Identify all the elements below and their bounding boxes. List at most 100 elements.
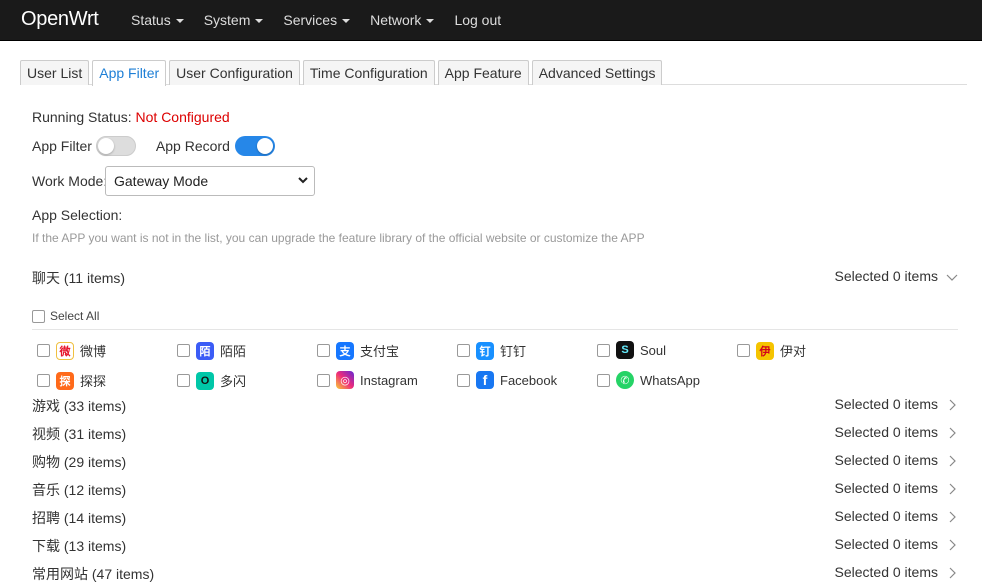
app-name: WhatsApp: [640, 372, 700, 388]
app-item-yidui[interactable]: 伊 伊对: [737, 341, 806, 360]
menu-network[interactable]: Network: [370, 12, 435, 28]
app-checkbox[interactable]: [317, 344, 330, 357]
app-name: 多闪: [220, 374, 247, 389]
category-header[interactable]: 视频 (31 items) Selected 0 items: [32, 424, 958, 444]
work-mode-value: Gateway Mode: [114, 173, 209, 189]
category-title: 聊天 (11 items): [32, 270, 126, 286]
app-name: 支付宝: [360, 344, 400, 359]
app-checkbox[interactable]: [457, 344, 470, 357]
tab-user-list[interactable]: User List: [20, 60, 90, 85]
chevron-down-icon: [298, 177, 308, 184]
menu-system[interactable]: System: [204, 12, 264, 28]
app-item-dingtalk[interactable]: 钉 钉钉: [457, 341, 526, 360]
category-chat-header[interactable]: 聊天 (11 items) Selected 0 items: [32, 268, 958, 288]
category-title: 常用网站 (47 items): [32, 566, 155, 582]
duoshan-icon: O: [196, 371, 214, 390]
alipay-icon: 支: [336, 341, 354, 360]
tab-app-feature[interactable]: App Feature: [437, 60, 529, 85]
app-record-toggle[interactable]: [234, 136, 275, 156]
caret-down-icon: [255, 18, 264, 23]
app-filter-label: App Filter: [32, 138, 92, 154]
select-all-checkbox[interactable]: [32, 309, 45, 323]
running-status: Running Status: Not Configured: [32, 109, 230, 125]
menu-services[interactable]: Services: [283, 12, 351, 28]
soul-icon: S: [616, 341, 634, 359]
select-all-label: Select All: [50, 309, 100, 323]
dingtalk-icon: 钉: [476, 341, 494, 360]
category-header[interactable]: 游戏 (33 items) Selected 0 items: [32, 396, 958, 416]
category-selected-count: Selected 0 items: [834, 424, 939, 440]
menu-logout[interactable]: Log out: [454, 12, 501, 28]
chevron-right-icon: [949, 483, 956, 495]
divider: [32, 329, 958, 330]
tab-bar: User List App Filter User Configuration …: [20, 60, 967, 86]
menu-label: System: [203, 12, 251, 28]
menu-label: Log out: [454, 12, 502, 28]
app-item-alipay[interactable]: 支 支付宝: [317, 341, 399, 360]
whatsapp-icon: ✆: [616, 371, 634, 389]
app-checkbox[interactable]: [177, 374, 190, 387]
toggle-knob: [256, 138, 273, 154]
tab-time-configuration[interactable]: Time Configuration: [302, 60, 435, 85]
caret-down-icon: [426, 18, 435, 23]
switch-row: App Filter App Record: [32, 136, 275, 156]
category-header[interactable]: 下载 (13 items) Selected 0 items: [32, 536, 958, 556]
running-status-value: Not Configured: [135, 109, 230, 125]
chevron-right-icon: [949, 511, 956, 523]
app-selection-hint: If the APP you want is not in the list, …: [32, 231, 645, 245]
category-title: 游戏 (33 items): [32, 398, 127, 414]
tab-app-filter[interactable]: App Filter: [92, 60, 167, 86]
app-name: Facebook: [500, 372, 558, 388]
app-item-instagram[interactable]: ◎ Instagram: [317, 371, 418, 389]
category-selected-count: Selected 0 items: [834, 564, 939, 580]
category-title: 视频 (31 items): [32, 426, 127, 442]
category-title: 音乐 (12 items): [32, 482, 127, 498]
category-title: 购物 (29 items): [32, 454, 127, 470]
app-checkbox[interactable]: [737, 344, 750, 357]
app-checkbox[interactable]: [597, 373, 610, 387]
app-item-tantan[interactable]: 探 探探: [37, 371, 106, 390]
yidui-icon: 伊: [756, 341, 774, 360]
menu-label: Network: [370, 12, 422, 28]
app-item-whatsapp[interactable]: ✆ WhatsApp: [597, 371, 700, 389]
app-checkbox[interactable]: [457, 373, 470, 387]
chevron-right-icon: [949, 455, 956, 467]
app-item-momo[interactable]: 陌 陌陌: [177, 341, 246, 360]
app-checkbox[interactable]: [597, 343, 610, 357]
caret-down-icon: [342, 18, 351, 23]
app-item-soul[interactable]: S Soul: [597, 341, 666, 359]
work-mode-select[interactable]: Gateway Mode: [105, 166, 315, 196]
chevron-right-icon: [949, 539, 956, 551]
app-item-duoshan[interactable]: O 多闪: [177, 371, 246, 390]
app-item-facebook[interactable]: f Facebook: [457, 371, 557, 389]
tab-user-configuration[interactable]: User Configuration: [169, 60, 300, 85]
app-checkbox[interactable]: [37, 344, 50, 357]
app-checkbox[interactable]: [317, 373, 330, 387]
menu-status[interactable]: Status: [131, 12, 184, 28]
top-navbar: OpenWrt Status System Services Network L…: [0, 0, 982, 41]
category-title: 下载 (13 items): [32, 538, 127, 554]
category-header[interactable]: 音乐 (12 items) Selected 0 items: [32, 480, 958, 500]
app-checkbox[interactable]: [177, 344, 190, 357]
toggle-knob: [97, 138, 114, 154]
facebook-icon: f: [476, 371, 494, 389]
category-selected-count: Selected 0 items: [834, 480, 939, 496]
app-name: 探探: [80, 374, 107, 389]
category-selected-count: Selected 0 items: [834, 268, 939, 284]
category-title: 招聘 (14 items): [32, 510, 127, 526]
category-header[interactable]: 常用网站 (47 items) Selected 0 items: [32, 564, 958, 584]
app-checkbox[interactable]: [37, 374, 50, 387]
app-name: Soul: [640, 342, 667, 358]
tab-advanced-settings[interactable]: Advanced Settings: [531, 60, 663, 85]
app-name: 陌陌: [220, 344, 247, 359]
select-all[interactable]: Select All: [32, 309, 99, 323]
category-header[interactable]: 招聘 (14 items) Selected 0 items: [32, 508, 958, 528]
brand-logo[interactable]: OpenWrt: [21, 8, 99, 31]
category-header[interactable]: 购物 (29 items) Selected 0 items: [32, 452, 958, 472]
tantan-icon: 探: [56, 371, 74, 390]
caret-down-icon: [175, 18, 184, 23]
app-item-weibo[interactable]: 微 微博: [37, 341, 106, 360]
app-name: 伊对: [780, 344, 807, 359]
category-selected-count: Selected 0 items: [834, 452, 939, 468]
app-filter-toggle[interactable]: [95, 136, 136, 156]
